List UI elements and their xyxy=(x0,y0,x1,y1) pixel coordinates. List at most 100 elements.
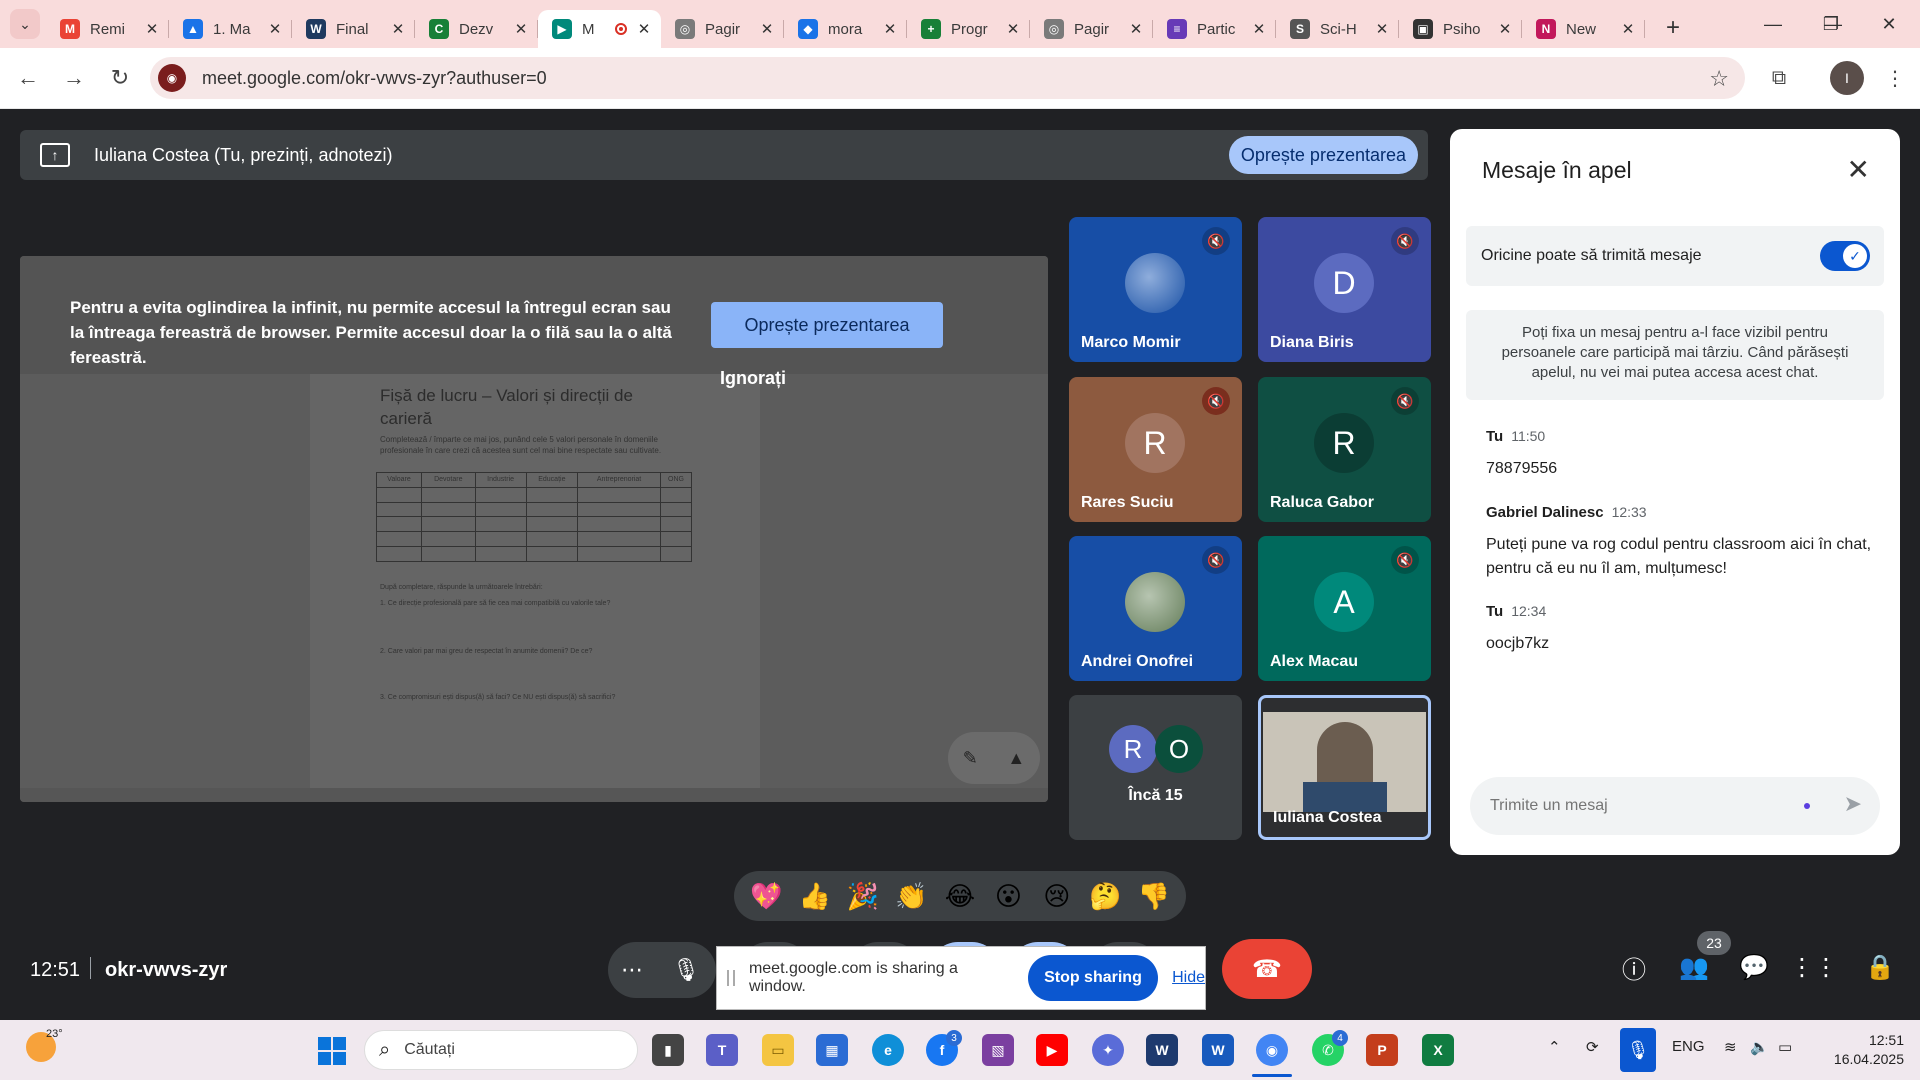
address-bar[interactable]: ◉ meet.google.com/okr-vwvs-zyr?authuser=… xyxy=(150,57,1745,99)
reaction-emoji-button[interactable]: 👍 xyxy=(795,881,835,912)
browser-tab[interactable]: ◆ mora ✕ xyxy=(784,10,907,48)
close-tab-icon[interactable]: ✕ xyxy=(1496,20,1514,38)
store-icon[interactable]: ▦ xyxy=(816,1034,848,1066)
tray-microphone-icon[interactable]: 🎙 xyxy=(1620,1028,1656,1072)
battery-icon[interactable]: ▭ xyxy=(1778,1038,1792,1056)
reaction-emoji-button[interactable]: 😢 xyxy=(1037,881,1077,912)
tab-search-button[interactable]: ⌄ xyxy=(10,9,40,39)
extensions-icon[interactable]: ⧉ xyxy=(1762,61,1796,95)
activities-icon[interactable]: ⋮⋮ xyxy=(1790,947,1838,987)
reaction-emoji-button[interactable]: 👏 xyxy=(892,881,932,912)
browser-tab[interactable]: M Remi ✕ xyxy=(46,10,169,48)
browser-tab[interactable]: ≡ Partic ✕ xyxy=(1153,10,1276,48)
browser-tab[interactable]: C Dezv ✕ xyxy=(415,10,538,48)
minimize-button[interactable]: — xyxy=(1744,0,1802,48)
self-video-tile[interactable]: Iuliana Costea xyxy=(1258,695,1431,840)
profile-avatar[interactable]: I xyxy=(1830,61,1864,95)
browser-tab[interactable]: S Sci-H ✕ xyxy=(1276,10,1399,48)
teams-icon[interactable]: T xyxy=(706,1034,738,1066)
excel-icon[interactable]: X xyxy=(1422,1034,1454,1066)
bookmark-star-icon[interactable]: ☆ xyxy=(1709,66,1729,92)
participant-tile[interactable]: R 🔇 Raluca Gabor xyxy=(1258,377,1431,522)
browser-tab[interactable]: ▲ 1. Ma ✕ xyxy=(169,10,292,48)
close-tab-icon[interactable]: ✕ xyxy=(758,20,776,38)
volume-icon[interactable]: 🔈 xyxy=(1750,1038,1769,1056)
send-icon[interactable]: ➤ xyxy=(1844,791,1862,817)
participant-tile[interactable]: 🔇 Marco Momir xyxy=(1069,217,1242,362)
tray-chevron-up-icon[interactable]: ⌃ xyxy=(1548,1038,1561,1056)
stop-presenting-button[interactable]: Oprește prezentarea xyxy=(1228,136,1418,174)
chat-icon[interactable]: 💬 xyxy=(1734,947,1774,987)
edge-icon[interactable]: e xyxy=(872,1034,904,1066)
reaction-emoji-button[interactable]: 😂 xyxy=(940,881,980,912)
file-explorer-icon[interactable]: ▭ xyxy=(762,1034,794,1066)
browser-tab[interactable]: W Final ✕ xyxy=(292,10,415,48)
more-participants-tile[interactable]: R O Încă 15 xyxy=(1069,695,1242,840)
ignore-warning-button[interactable]: Ignorați xyxy=(720,368,786,389)
reaction-emoji-button[interactable]: 🎉 xyxy=(843,881,883,912)
close-tab-icon[interactable]: ✕ xyxy=(1127,20,1145,38)
pen-icon[interactable]: ✎ xyxy=(963,748,978,769)
forward-button[interactable]: → xyxy=(56,60,92,96)
annotation-toolbar[interactable]: ✎ ▲ xyxy=(948,732,1040,784)
powerpoint-icon[interactable]: P xyxy=(1366,1034,1398,1066)
reaction-emoji-button[interactable]: 😮 xyxy=(988,881,1028,912)
meeting-info-icon[interactable]: ⓘ xyxy=(1614,947,1654,987)
chat-message-input[interactable] xyxy=(1490,797,1780,815)
close-tab-icon[interactable]: ✕ xyxy=(143,20,161,38)
sync-icon[interactable]: ⟳ xyxy=(1586,1038,1599,1056)
start-button[interactable] xyxy=(318,1037,346,1065)
word-icon[interactable]: W xyxy=(1202,1034,1234,1066)
reload-button[interactable]: ↻ xyxy=(102,60,138,96)
language-indicator[interactable]: ENG xyxy=(1672,1038,1705,1055)
participant-tile[interactable]: D 🔇 Diana Biris xyxy=(1258,217,1431,362)
reaction-emoji-button[interactable]: 🤔 xyxy=(1085,881,1125,912)
browser-tab[interactable]: ◎ Pagir ✕ xyxy=(1030,10,1153,48)
browser-menu-icon[interactable]: ⋮ xyxy=(1878,61,1912,95)
zoom-app-icon[interactable]: W xyxy=(1146,1034,1178,1066)
youtube-icon[interactable]: ▶ xyxy=(1036,1034,1068,1066)
chrome-icon[interactable]: ◉ xyxy=(1256,1034,1288,1066)
close-tab-icon[interactable]: ✕ xyxy=(1004,20,1022,38)
host-controls-icon[interactable]: 🔒 xyxy=(1860,947,1900,987)
participant-tile[interactable]: 🔇 Andrei Onofrei xyxy=(1069,536,1242,681)
close-tab-icon[interactable]: ✕ xyxy=(881,20,899,38)
participant-tile[interactable]: A 🔇 Alex Macau xyxy=(1258,536,1431,681)
close-tab-icon[interactable]: ✕ xyxy=(389,20,407,38)
hide-link[interactable]: Hide xyxy=(1172,969,1205,987)
close-tab-icon[interactable]: ✕ xyxy=(635,20,653,38)
stop-sharing-button[interactable]: Stop sharing xyxy=(1027,955,1159,1001)
overlay-stop-presenting-button[interactable]: Oprește prezentarea xyxy=(711,302,943,348)
wifi-icon[interactable]: ≋ xyxy=(1724,1038,1737,1056)
task-view-icon[interactable]: ▮ xyxy=(652,1034,684,1066)
chevron-up-icon[interactable]: ▲ xyxy=(1007,748,1025,769)
camera-recording-icon[interactable]: ◉ xyxy=(158,64,186,92)
browser-tab[interactable]: ▶ M ✕ xyxy=(538,10,661,48)
microphone-button[interactable]: 🎙 xyxy=(656,942,716,998)
participant-tile[interactable]: R 🔇 Rares Suciu xyxy=(1069,377,1242,522)
browser-tab[interactable]: ◎ Pagir ✕ xyxy=(661,10,784,48)
reaction-emoji-button[interactable]: 💖 xyxy=(746,881,786,912)
reaction-emoji-button[interactable]: 👎 xyxy=(1134,881,1174,912)
url-text[interactable]: meet.google.com/okr-vwvs-zyr?authuser=0 xyxy=(202,68,547,89)
more-options-button[interactable]: ⋯ xyxy=(608,942,656,998)
close-tab-icon[interactable]: ✕ xyxy=(1619,20,1637,38)
copilot-icon[interactable]: ✦ xyxy=(1092,1034,1124,1066)
back-button[interactable]: ← xyxy=(10,60,46,96)
browser-tab[interactable]: N New ✕ xyxy=(1522,10,1645,48)
drag-handle-icon[interactable] xyxy=(727,970,735,986)
taskbar-search[interactable]: ⌕ Căutați xyxy=(364,1030,638,1070)
close-tab-icon[interactable]: ✕ xyxy=(512,20,530,38)
system-clock[interactable]: 12:51 16.04.2025 xyxy=(1818,1031,1904,1069)
close-icon[interactable]: ✕ xyxy=(1847,153,1870,186)
new-tab-button[interactable]: + xyxy=(1657,12,1689,44)
photos-icon[interactable]: ▧ xyxy=(982,1034,1014,1066)
close-tab-icon[interactable]: ✕ xyxy=(266,20,284,38)
restore-button[interactable]: ❐ xyxy=(1802,0,1860,48)
close-tab-icon[interactable]: ✕ xyxy=(1250,20,1268,38)
leave-call-button[interactable]: ☎ xyxy=(1222,939,1312,999)
chat-input-box[interactable]: ➤ xyxy=(1470,777,1880,835)
close-window-button[interactable]: ✕ xyxy=(1860,0,1918,48)
browser-tab[interactable]: ▣ Psiho ✕ xyxy=(1399,10,1522,48)
close-tab-icon[interactable]: ✕ xyxy=(1373,20,1391,38)
